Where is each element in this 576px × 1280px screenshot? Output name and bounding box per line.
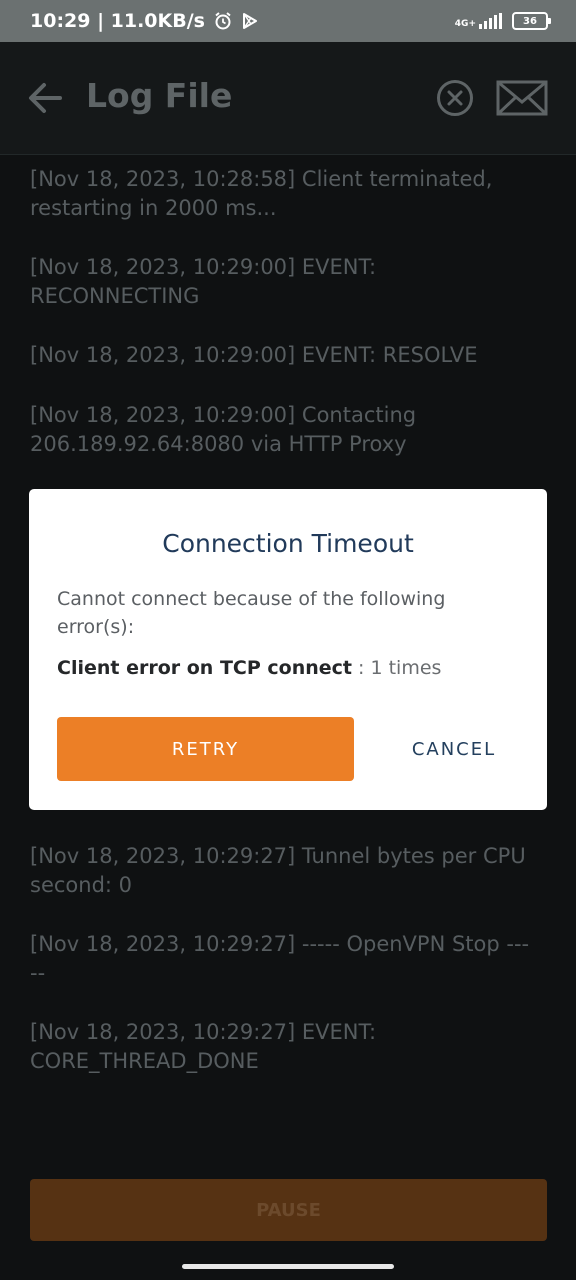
app-bar: Log File: [0, 42, 576, 155]
status-right: 4G+ 36: [455, 0, 551, 42]
log-entry: [Nov 18, 2023, 10:29:27] ----- OpenVPN S…: [30, 932, 530, 985]
error-label: Client error on TCP connect: [57, 657, 352, 679]
home-indicator[interactable]: [182, 1264, 394, 1269]
status-left: 10:29 | 11.0KB/s: [30, 0, 259, 42]
log-entry: [Nov 18, 2023, 10:29:00] Contacting 206.…: [30, 403, 417, 456]
close-circle-icon[interactable]: [436, 79, 474, 117]
cancel-button[interactable]: CANCEL: [384, 717, 524, 781]
log-list-top: [Nov 18, 2023, 10:28:58] Client terminat…: [30, 165, 530, 459]
battery-level: 36: [523, 15, 537, 27]
play-store-icon: [241, 12, 259, 30]
log-list-bottom: [Nov 18, 2023, 10:29:27] Tunnel bytes pe…: [30, 842, 530, 1076]
mail-icon[interactable]: [496, 80, 548, 116]
retry-button-label: RETRY: [171, 738, 240, 760]
status-bar: 10:29 | 11.0KB/s 4G+ 36: [0, 0, 576, 42]
status-time-speed: 10:29 | 11.0KB/s: [30, 10, 205, 32]
log-entry: [Nov 18, 2023, 10:28:58] Client terminat…: [30, 167, 493, 220]
cancel-button-label: CANCEL: [411, 738, 497, 760]
back-arrow-icon[interactable]: [26, 80, 64, 116]
log-entry: [Nov 18, 2023, 10:29:27] Tunnel bytes pe…: [30, 844, 526, 897]
dialog-error-line: Client error on TCP connect : 1 times: [57, 654, 527, 682]
connection-timeout-dialog: Connection Timeout Cannot connect becaus…: [29, 489, 547, 810]
log-entry: [Nov 18, 2023, 10:29:27] EVENT: CORE_THR…: [30, 1020, 377, 1073]
error-count: : 1 times: [351, 657, 442, 679]
pause-button-label: PAUSE: [256, 1199, 321, 1221]
log-entry: [Nov 18, 2023, 10:29:00] EVENT: RECONNEC…: [30, 255, 377, 308]
log-entry: [Nov 18, 2023, 10:29:00] EVENT: RESOLVE: [30, 343, 478, 367]
dialog-message: Cannot connect because of the following …: [57, 588, 446, 638]
retry-button[interactable]: RETRY: [57, 717, 354, 781]
pause-button[interactable]: PAUSE: [30, 1179, 547, 1241]
page-title: Log File: [86, 76, 233, 115]
alarm-icon: [213, 11, 233, 31]
battery-icon: 36: [512, 12, 551, 30]
dialog-title: Connection Timeout: [162, 529, 414, 558]
network-type: 4G+: [454, 19, 476, 29]
signal-icon: 4G+: [455, 13, 502, 29]
